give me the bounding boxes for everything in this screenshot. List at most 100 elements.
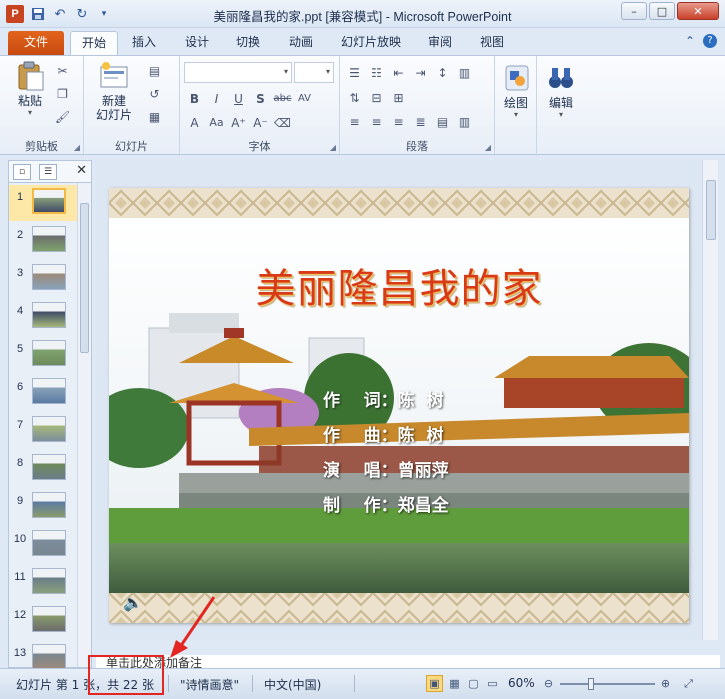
drawing-group[interactable]: 绘图 ▾ (495, 56, 537, 156)
powerpoint-logo-icon[interactable]: P (6, 5, 24, 23)
font-color-icon[interactable]: A (186, 114, 203, 131)
save-icon[interactable] (30, 6, 46, 22)
slide-scroll-thumb[interactable] (706, 180, 716, 240)
tab-review[interactable]: 审阅 (417, 31, 463, 55)
character-spacing-icon[interactable]: AV (296, 90, 313, 107)
columns-icon[interactable]: ▥ (456, 64, 473, 81)
new-slide-button[interactable]: 新建 幻灯片 (92, 60, 136, 122)
slide-thumbnail-row[interactable]: 5 (9, 337, 79, 373)
tab-slideshow[interactable]: 幻灯片放映 (330, 31, 412, 55)
numbering-icon[interactable]: ☷ (368, 64, 385, 81)
paragraph-launcher-icon[interactable]: ◢ (485, 143, 491, 152)
strikethrough-icon[interactable]: abc (274, 90, 292, 107)
slides-tab-icon[interactable]: ▫ (13, 164, 31, 180)
slide-thumbnail[interactable] (32, 530, 66, 556)
bullets-icon[interactable]: ☰ (346, 64, 363, 81)
slide-title[interactable]: 美丽隆昌我的家 (109, 256, 689, 314)
slide-thumbnail[interactable] (32, 492, 66, 518)
customize-qat-icon[interactable]: ▾ (96, 6, 112, 22)
font-name-combo[interactable]: ▾ (184, 62, 292, 83)
thumbnail-scrollbar[interactable] (77, 183, 91, 667)
speaker-icon[interactable]: 🔈 (123, 593, 143, 612)
slide-thumbnail[interactable] (32, 568, 66, 594)
tab-home[interactable]: 开始 (70, 31, 119, 55)
slide-thumbnail[interactable] (32, 606, 66, 632)
slide-thumbnail[interactable] (32, 644, 66, 670)
paste-button[interactable]: 粘贴 ▾ (10, 60, 50, 117)
paste-dropdown-icon[interactable]: ▾ (28, 108, 32, 117)
grow-font-icon[interactable]: A⁺ (230, 114, 247, 131)
close-panel-icon[interactable]: ✕ (76, 163, 87, 178)
tab-view[interactable]: 视图 (469, 31, 515, 55)
underline-icon[interactable]: U (230, 90, 247, 107)
decrease-indent-icon[interactable]: ⇤ (390, 64, 407, 81)
redo-icon[interactable]: ↻ (74, 6, 90, 22)
slide-thumbnail[interactable] (32, 264, 66, 290)
drawing-button[interactable]: 绘图 ▾ (499, 62, 533, 119)
tab-transitions[interactable]: 切换 (225, 31, 271, 55)
credits-textbox[interactable]: 作 词：陈 树 作 曲：陈 树 演 唱：曾丽萍 制 作：郑昌全 (323, 386, 449, 526)
slide-thumbnail-row[interactable]: 12 (9, 603, 79, 639)
maximize-button[interactable]: □ (649, 2, 675, 20)
slide-thumbnail-row[interactable]: 10 (9, 527, 79, 563)
collapse-ribbon-icon[interactable]: ⌃ (685, 34, 695, 48)
minimize-button[interactable]: – (621, 2, 647, 20)
slide-thumbnail-row[interactable]: 3 (9, 261, 79, 297)
editing-button[interactable]: 编辑 ▾ (543, 62, 579, 119)
tab-file[interactable]: 文件 (8, 31, 64, 55)
clipboard-launcher-icon[interactable]: ◢ (74, 143, 80, 152)
fit-to-window-icon[interactable]: ⤢ (680, 675, 697, 692)
outline-tab-icon[interactable]: ☰ (39, 164, 57, 180)
zoom-out-icon[interactable]: ⊖ (540, 675, 557, 692)
theme-status[interactable]: "诗情画意" (180, 676, 239, 693)
slide-sorter-icon[interactable]: ▦ (446, 675, 463, 692)
section-icon[interactable]: ▦ (146, 108, 163, 125)
slide-thumbnail-row[interactable]: 7 (9, 413, 79, 449)
clear-format-icon[interactable]: ⌫ (274, 114, 291, 131)
slide-thumbnail[interactable] (32, 226, 66, 252)
help-icon[interactable]: ? (703, 34, 717, 48)
tab-animations[interactable]: 动画 (278, 31, 324, 55)
undo-icon[interactable]: ↶ (52, 6, 68, 22)
tab-design[interactable]: 设计 (174, 31, 220, 55)
slide-thumbnail[interactable] (32, 378, 66, 404)
smartart-icon[interactable]: ⊞ (390, 89, 407, 106)
slide-scrollbar[interactable] (702, 160, 718, 640)
format-painter-icon[interactable]: 🖌 (54, 108, 71, 125)
italic-icon[interactable]: I (208, 90, 225, 107)
normal-view-icon[interactable]: ▣ (426, 675, 443, 692)
font-launcher-icon[interactable]: ◢ (330, 143, 336, 152)
align-right-icon[interactable]: ≡ (390, 113, 407, 130)
align-text-icon[interactable]: ⊟ (368, 89, 385, 106)
editing-group[interactable]: 编辑 ▾ (537, 56, 585, 156)
slide-thumbnail-row[interactable]: 4 (9, 299, 79, 335)
justify-icon[interactable]: ≣ (412, 113, 429, 130)
language-status[interactable]: 中文(中国) (264, 676, 321, 693)
notes-pane[interactable]: 单击此处添加备注 (96, 655, 720, 669)
layout-icon[interactable]: ▤ (146, 62, 163, 79)
zoom-in-icon[interactable]: ⊕ (657, 675, 674, 692)
align-left-icon[interactable]: ≡ (346, 113, 363, 130)
cut-icon[interactable]: ✂ (54, 62, 71, 79)
column-settings-icon[interactable]: ▥ (456, 113, 473, 130)
zoom-level[interactable]: 60% (508, 676, 535, 690)
slide-thumbnail[interactable] (32, 416, 66, 442)
text-direction-icon[interactable]: ⇅ (346, 89, 363, 106)
close-button[interactable]: ✕ (677, 2, 719, 20)
slide-thumbnail-row[interactable]: 9 (9, 489, 79, 525)
thumbnail-scroll-thumb[interactable] (80, 203, 89, 353)
zoom-slider-thumb[interactable] (588, 678, 594, 690)
line-spacing-icon[interactable]: ↕ (434, 64, 451, 81)
reading-view-icon[interactable]: ▢ (465, 675, 482, 692)
slide-thumbnail[interactable] (32, 188, 66, 214)
slideshow-view-icon[interactable]: ▭ (484, 675, 501, 692)
current-slide[interactable]: 美丽隆昌我的家 作 词：陈 树 作 曲：陈 树 演 唱：曾丽萍 制 作：郑昌全 … (109, 188, 689, 623)
distributed-icon[interactable]: ▤ (434, 113, 451, 130)
font-size-combo[interactable]: ▾ (294, 62, 334, 83)
editing-dropdown-icon[interactable]: ▾ (559, 110, 563, 119)
shrink-font-icon[interactable]: A⁻ (252, 114, 269, 131)
tab-insert[interactable]: 插入 (121, 31, 167, 55)
slide-thumbnail[interactable] (32, 302, 66, 328)
increase-indent-icon[interactable]: ⇥ (412, 64, 429, 81)
change-case-icon[interactable]: Aa (208, 114, 225, 131)
